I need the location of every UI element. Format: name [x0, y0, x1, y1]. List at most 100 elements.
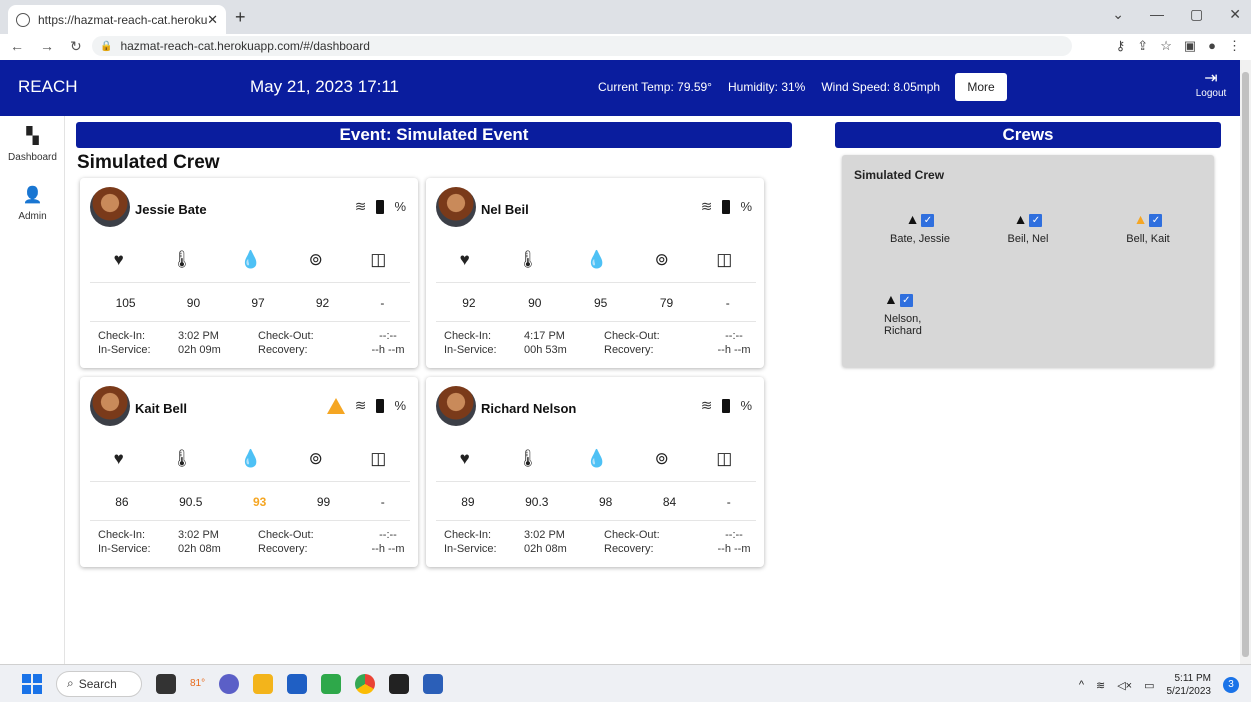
system-tray: ^ ≋ ◁× ▭ 5:11 PM 5/21/2023 3	[1079, 672, 1239, 698]
checkbox-icon[interactable]: ✓	[1029, 214, 1043, 227]
battery-percent: %	[394, 398, 406, 413]
logout-button[interactable]: ⇥ Logout	[1194, 68, 1228, 99]
crew-member[interactable]: ▲ ✓ Nelson, Richard	[884, 287, 984, 337]
taskbar-apps: 81°	[156, 673, 444, 694]
member-card[interactable]: Nel Beil ≋ % ♥ 🌡 💧 ⊚ ◫ 92 90 95 79 - Che…	[426, 178, 764, 368]
vitals-icons: ♥ 🌡 💧 ⊚ ◫	[90, 250, 410, 270]
battery-icon	[376, 398, 385, 413]
word-icon[interactable]	[423, 673, 444, 694]
battery-icon	[722, 398, 731, 413]
taskbar-search[interactable]: ⌕ Search	[56, 670, 142, 697]
forward-button[interactable]: →	[40, 38, 60, 54]
chrome-icon[interactable]	[355, 673, 376, 694]
back-button[interactable]: ←	[10, 38, 30, 54]
page-scrollbar[interactable]	[1240, 60, 1251, 664]
checkbox-icon[interactable]: ✓	[1149, 214, 1163, 227]
terminal-icon[interactable]	[389, 673, 410, 694]
member-card[interactable]: Jessie Bate ≋ % ♥ 🌡 💧 ⊚ ◫ 105 90 97 92 -…	[80, 178, 418, 368]
member-card[interactable]: Kait Bell ≋ % ♥ 🌡 💧 ⊚ ◫ 86 90.5 93 99 - …	[80, 377, 418, 567]
checkbox-icon[interactable]: ✓	[899, 294, 913, 307]
oxygen-value: 97	[251, 295, 265, 310]
weather-widget[interactable]: 81°	[190, 678, 205, 689]
crew-member[interactable]: ▲ ✓ Bate, Jessie	[870, 207, 970, 245]
member-status: ▲ ✓	[978, 207, 1078, 227]
tab-search-icon[interactable]: ⌄	[1112, 6, 1124, 23]
new-tab-button[interactable]: +	[235, 7, 246, 28]
reload-button[interactable]: ↻	[70, 38, 90, 55]
start-icon[interactable]	[22, 673, 42, 694]
close-tab-icon[interactable]: ✕	[207, 12, 218, 28]
close-window-button[interactable]: ✕	[1229, 6, 1241, 23]
sidebar-item-admin[interactable]: 👤 Admin	[0, 185, 65, 222]
checkbox-icon[interactable]: ✓	[921, 214, 935, 227]
file-explorer-icon[interactable]	[253, 673, 274, 694]
service-times: Check-In: 4:17 PM Check-Out: --:-- In-Se…	[436, 321, 756, 356]
menu-icon[interactable]: ⋮	[1228, 38, 1241, 54]
crew-member[interactable]: ▲ ✓ Bell, Kait	[1098, 207, 1198, 245]
battery-icon	[376, 199, 385, 214]
avatar	[90, 386, 130, 426]
recovery-label: Recovery:	[604, 543, 654, 555]
warning-icon[interactable]	[326, 397, 345, 414]
respiration-value: -	[726, 494, 731, 509]
task-view-icon[interactable]	[156, 673, 176, 694]
share-icon[interactable]: ⇪	[1137, 38, 1148, 54]
key-icon[interactable]: ⚷	[1116, 38, 1126, 54]
more-button[interactable]: More	[955, 73, 1007, 101]
temperature-value: 90.5	[179, 494, 203, 509]
sidebar-item-dashboard[interactable]: ▚ Dashboard	[0, 126, 65, 163]
thermometer-icon: 🌡	[171, 449, 193, 468]
crews-title: Crews	[835, 122, 1221, 148]
logout-label: Logout	[1195, 88, 1227, 99]
in-service-value: 02h 09m	[178, 344, 221, 356]
vitals-values: 92 90 95 79 -	[436, 282, 756, 322]
notification-badge[interactable]: 3	[1223, 677, 1239, 693]
temperature-value: 90	[186, 295, 201, 310]
vitals-values: 89 90.3 98 84 -	[436, 481, 756, 521]
check-out-label: Check-Out:	[258, 529, 314, 541]
in-service-label: In-Service:	[98, 543, 151, 555]
profile-icon[interactable]: ●	[1208, 38, 1216, 54]
url-bar[interactable]: 🔒 hazmat-reach-cat.herokuapp.com/#/dashb…	[92, 36, 1072, 56]
recovery-value: --h --m	[371, 543, 405, 555]
sidebar-item-label: Dashboard	[8, 152, 57, 163]
clock[interactable]: 5:11 PM 5/21/2023	[1167, 672, 1212, 698]
member-name: Jessie Bate	[135, 202, 207, 217]
crew-box[interactable]: Simulated Crew ▲ ✓ Bate, Jessie ▲ ✓ Beil…	[842, 155, 1214, 367]
crew-box-name: Simulated Crew	[854, 168, 945, 182]
member-name: Kait Bell	[135, 401, 188, 416]
temperature-value: 90	[528, 295, 542, 310]
browser-tab[interactable]: https://hazmat-reach-cat.herokuapp.com/#…	[8, 5, 226, 34]
bookmark-star-icon[interactable]: ☆	[1160, 38, 1172, 54]
check-in-label: Check-In:	[98, 330, 146, 342]
wifi-icon: ≋	[700, 397, 713, 413]
volume-icon[interactable]: ◁×	[1117, 679, 1132, 692]
maximize-button[interactable]: ▢	[1190, 6, 1203, 23]
chevron-up-icon[interactable]: ^	[1079, 679, 1084, 691]
member-card[interactable]: Richard Nelson ≋ % ♥ 🌡 💧 ⊚ ◫ 89 90.3 98 …	[426, 377, 764, 567]
admin-icon: 👤	[22, 187, 43, 204]
recovery-value: --h --m	[371, 344, 405, 356]
pycharm-icon[interactable]	[321, 673, 342, 694]
store-icon[interactable]	[287, 673, 308, 694]
clock-time: 5:11 PM	[1174, 673, 1212, 684]
minimize-button[interactable]: —	[1150, 6, 1164, 23]
oxygen-drop-icon: 💧	[586, 250, 608, 269]
logout-icon: ⇥	[1204, 70, 1218, 87]
avatar	[436, 187, 476, 227]
blood-pressure-value: 84	[662, 494, 677, 509]
teams-icon[interactable]	[219, 673, 240, 694]
blood-pressure-icon: ⊚	[654, 449, 669, 468]
sidepanel-icon[interactable]: ▣	[1184, 38, 1196, 54]
check-out-value: --:--	[725, 529, 743, 541]
wifi-icon[interactable]: ≋	[1096, 679, 1105, 692]
heart-rate-value: 89	[461, 494, 475, 509]
address-bar-row: ← → ↻ 🔒 hazmat-reach-cat.herokuapp.com/#…	[0, 34, 1251, 58]
brand-title: REACH	[18, 77, 78, 96]
crew-member[interactable]: ▲ ✓ Beil, Nel	[978, 207, 1078, 245]
lungs-icon: ◫	[370, 449, 387, 468]
battery-icon[interactable]: ▭	[1144, 679, 1154, 692]
thermometer-icon: 🌡	[171, 250, 193, 269]
device-status: ≋ %	[701, 198, 752, 215]
scrollbar-thumb[interactable]	[1242, 72, 1249, 657]
